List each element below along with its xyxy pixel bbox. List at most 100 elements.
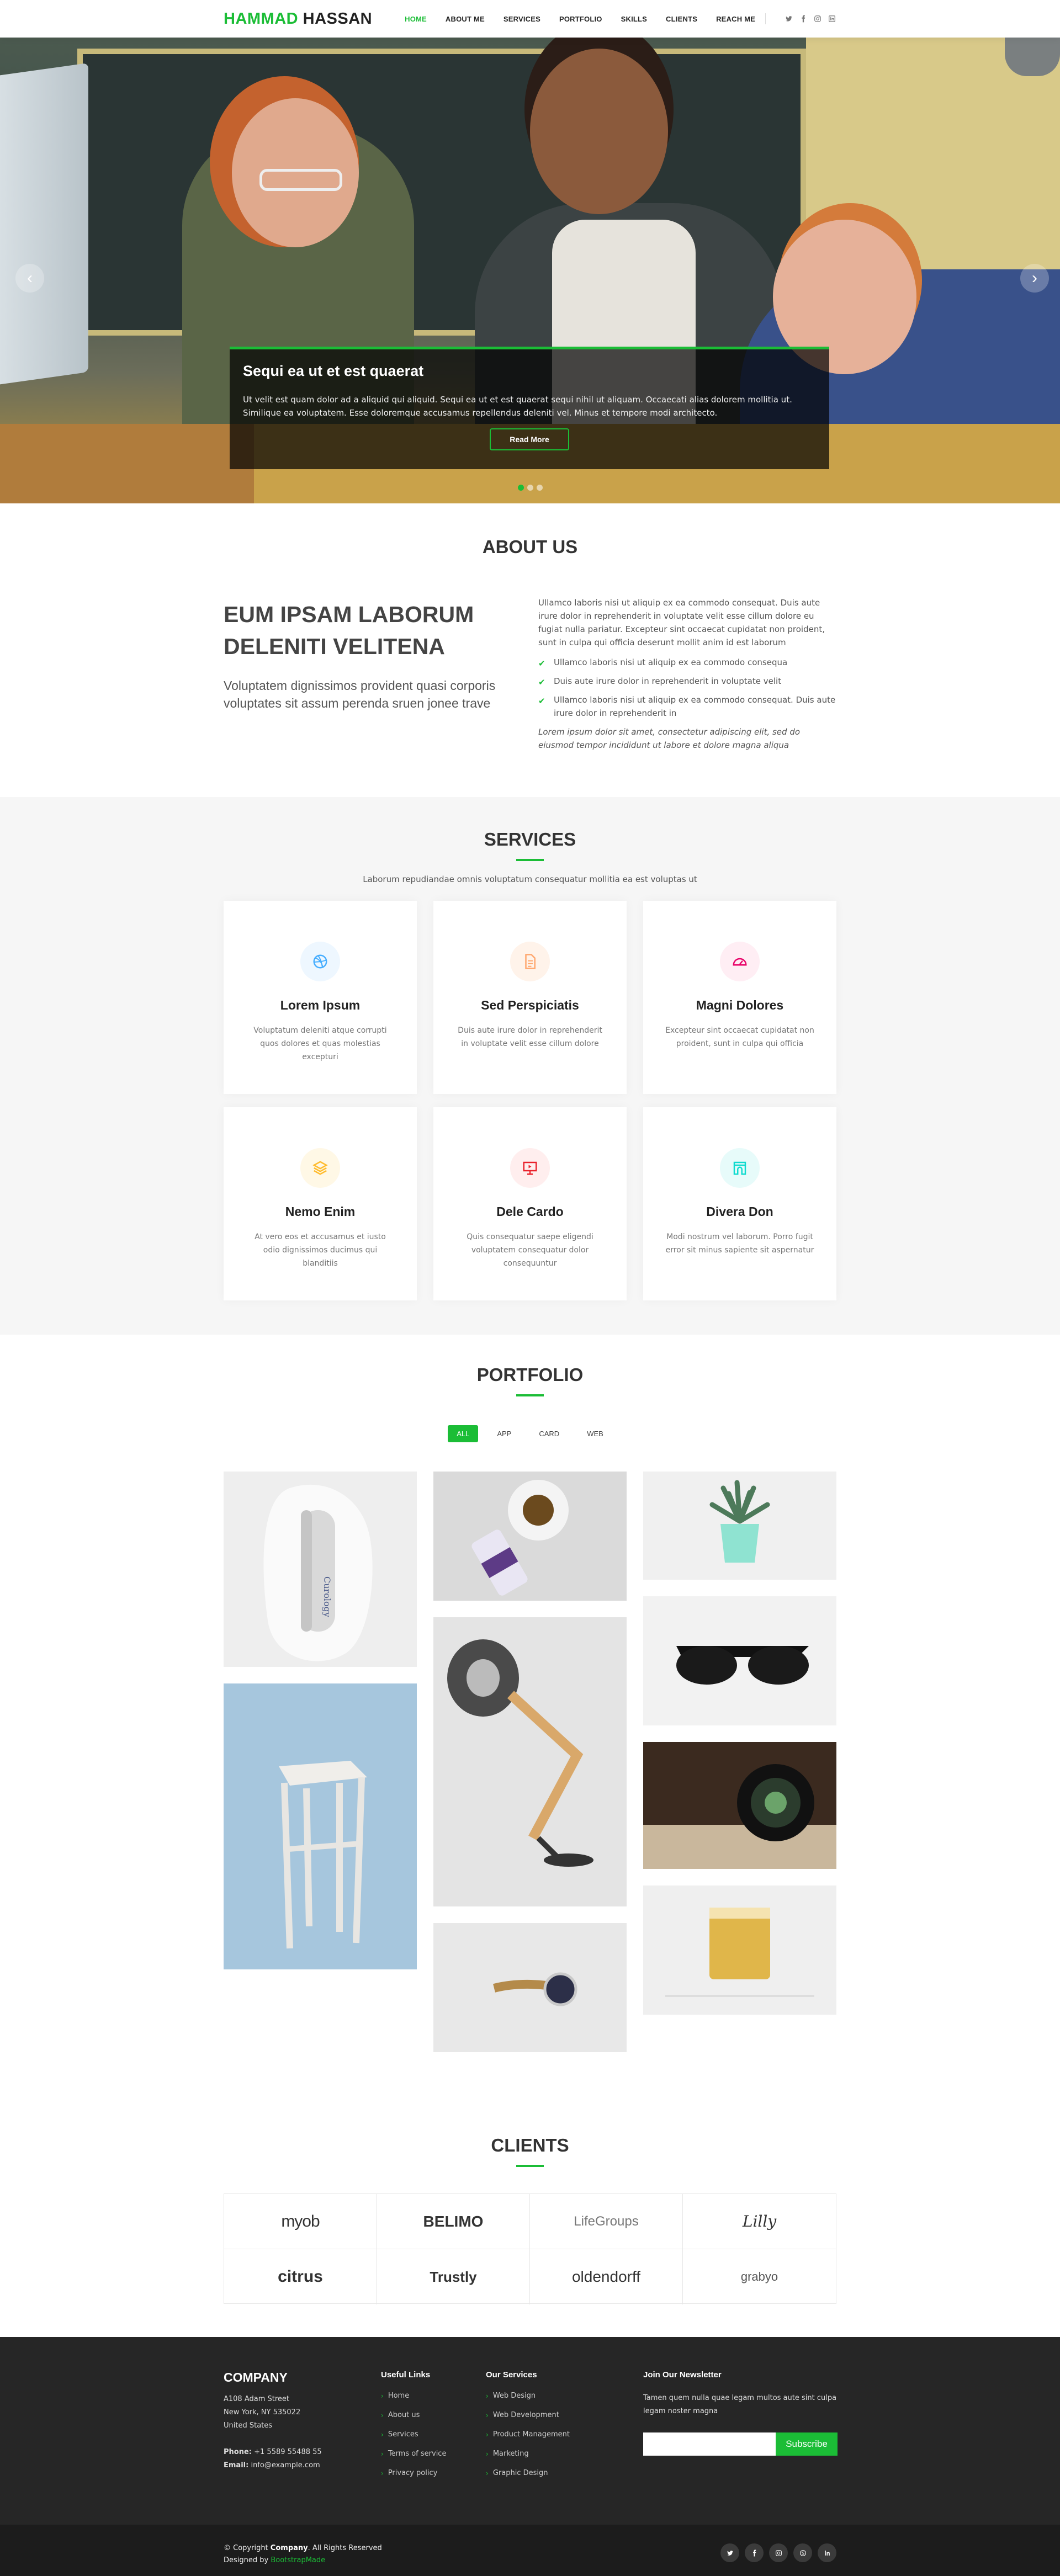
footer-newsletter: Join Our Newsletter Tamen quem nulla qua… [643,2370,842,2456]
footer-link[interactable]: › Product Management [486,2430,596,2439]
chevron-right-icon: › [486,2430,489,2439]
service-title: Lorem Ipsum [280,998,361,1012]
footer-link[interactable]: › About us [381,2411,480,2419]
client-logo-citrus[interactable]: citrus [224,2249,377,2304]
linkedin-icon[interactable] [828,14,836,23]
carousel-dot-3[interactable] [536,485,543,491]
carousel-next-button[interactable]: › [1020,264,1049,293]
carousel-dot-1[interactable] [517,485,524,491]
footer: Company A108 Adam Street New York, NY 53… [0,2337,1060,2525]
service-text: Voluptatum deleniti atque corrupti quos … [253,1026,387,1061]
footer-link[interactable]: › Privacy policy [381,2469,480,2477]
linkedin-icon[interactable] [818,2543,836,2562]
check-icon: ✔ [538,677,545,687]
filter-web[interactable]: Web [578,1425,612,1442]
instagram-icon[interactable] [813,14,822,23]
read-more-button[interactable]: Read More [490,428,569,450]
site-header: Hammad Hassan Home About Me Services Por… [0,0,1060,38]
hero-text: Ut velit est quam dolor ad a aliquid qui… [243,395,792,418]
service-card[interactable]: Lorem Ipsum Voluptatum deleniti atque co… [224,901,417,1094]
portfolio-item-potted-plant[interactable] [643,1472,836,1580]
twitter-icon[interactable] [785,14,793,23]
nav-reach-me[interactable]: Reach Me [716,15,755,23]
service-card[interactable]: Sed Perspiciatis Duis aute irure dolor i… [433,901,627,1094]
portfolio-item-wooden-stool[interactable] [224,1683,417,1969]
designer-link[interactable]: BootstrapMade [271,2556,325,2564]
portfolio-item-glass-of-whisky[interactable] [643,1885,836,2015]
site-logo[interactable]: Hammad Hassan [224,10,372,28]
client-logo-lifegroups[interactable]: LifeGroups [530,2194,683,2249]
service-card[interactable]: Dele Cardo Quis consequatur saepe eligen… [433,1107,627,1300]
portfolio-item-cosmetic-bottle[interactable]: Curology [224,1472,417,1667]
footer-link[interactable]: › Services [381,2430,480,2439]
subscribe-button[interactable]: Subscribe [776,2432,838,2456]
footer-link[interactable]: › Web Development [486,2411,596,2419]
clients-section: Clients myob BELIMO LifeGroups Lilly cit… [0,2082,1060,2337]
nav-about[interactable]: About Me [446,15,485,23]
service-card[interactable]: Divera Don Modi nostrum vel laborum. Por… [643,1107,836,1300]
client-logo-belimo[interactable]: BELIMO [377,2194,530,2249]
service-text: Quis consequatur saepe eligendi voluptat… [467,1233,593,1268]
service-card[interactable]: Magni Dolores Excepteur sint occaecat cu… [643,901,836,1094]
nav-skills[interactable]: Skills [621,15,647,23]
services-section-title: Services Laborum repudiandae omnis volup… [0,829,1060,884]
newsletter-form: Subscribe [643,2432,842,2456]
about-list: ✔ Ullamco laboris nisi ut aliquip ex ea c… [538,656,836,720]
service-card[interactable]: Nemo Enim At vero eos et accusamus et iu… [224,1107,417,1300]
carousel-dot-2[interactable] [527,485,533,491]
chevron-right-icon: › [381,2430,384,2439]
chevron-right-icon: › [381,2450,384,2458]
filter-all[interactable]: All [448,1425,479,1442]
footer-services-title: Our Services [486,2370,537,2380]
filter-app[interactable]: App [488,1425,520,1442]
instagram-icon[interactable] [769,2543,788,2562]
title-underline [516,1394,544,1396]
chevron-right-icon: › [486,2392,489,2400]
chevron-right-icon: › [486,2450,489,2458]
service-text: At vero eos et accusamus et iusto odio d… [255,1233,386,1268]
portfolio-item-sunglasses[interactable] [643,1596,836,1725]
footer-link[interactable]: › Terms of service [381,2450,480,2458]
chevron-right-icon: › [381,2411,384,2419]
photo-glasses [259,169,342,191]
main-nav: Home About Me Services Portfolio Skills … [386,13,836,24]
layer-icon [300,1148,340,1188]
about-section-title: About Us [0,537,1060,557]
client-logo-lilly[interactable]: Lilly [683,2194,836,2249]
list-item: ✔ Ullamco laboris nisi ut aliquip ex ea c… [538,695,836,718]
service-title: Nemo Enim [285,1204,356,1219]
services-title: Services [484,829,576,849]
filter-card[interactable]: Card [530,1425,568,1442]
twitter-icon[interactable] [720,2543,739,2562]
list-item: ✔ Ullamco laboris nisi ut aliquip ex ea c… [538,656,836,669]
footer-link[interactable]: › Web Design [486,2392,596,2400]
header-social [765,13,836,24]
about-section: About Us Eum ipsam laborum deleniti veli… [0,503,1060,797]
newsletter-email-input[interactable] [643,2432,776,2456]
skype-icon[interactable] [793,2543,812,2562]
client-logo-grabyo[interactable]: grabyo [683,2249,836,2304]
services-grid: Lorem Ipsum Voluptatum deleniti atque co… [224,901,836,1300]
nav-portfolio[interactable]: Portfolio [559,15,602,23]
facebook-icon[interactable] [799,14,808,23]
service-title: Magni Dolores [696,998,784,1012]
hero-caption: Sequi ea ut et est quaerat Ut velit est … [230,347,829,469]
portfolio-item-coffee-and-tube[interactable] [433,1472,627,1601]
nav-services[interactable]: Services [504,15,540,23]
client-logo-trustly[interactable]: Trustly [377,2249,530,2304]
portfolio-item-desk-lamp[interactable] [433,1617,627,1906]
title-underline [516,859,544,861]
footer-link[interactable]: › Home [381,2392,480,2400]
portfolio-item-wristwatch[interactable] [433,1923,627,2052]
footer-link[interactable]: › Marketing [486,2450,596,2458]
client-logo-oldendorff[interactable]: oldendorff [530,2249,683,2304]
portfolio-item-camera-lens[interactable] [643,1742,836,1869]
carousel-prev-button[interactable]: ‹ [15,264,44,293]
facebook-icon[interactable] [745,2543,764,2562]
footer-link[interactable]: › Graphic Design [486,2469,596,2477]
client-logo-myob[interactable]: myob [224,2194,377,2249]
logo-last-name: Hassan [303,9,373,28]
nav-home[interactable]: Home [405,15,427,23]
nav-clients[interactable]: Clients [666,15,697,23]
photo-monitor [0,62,88,388]
